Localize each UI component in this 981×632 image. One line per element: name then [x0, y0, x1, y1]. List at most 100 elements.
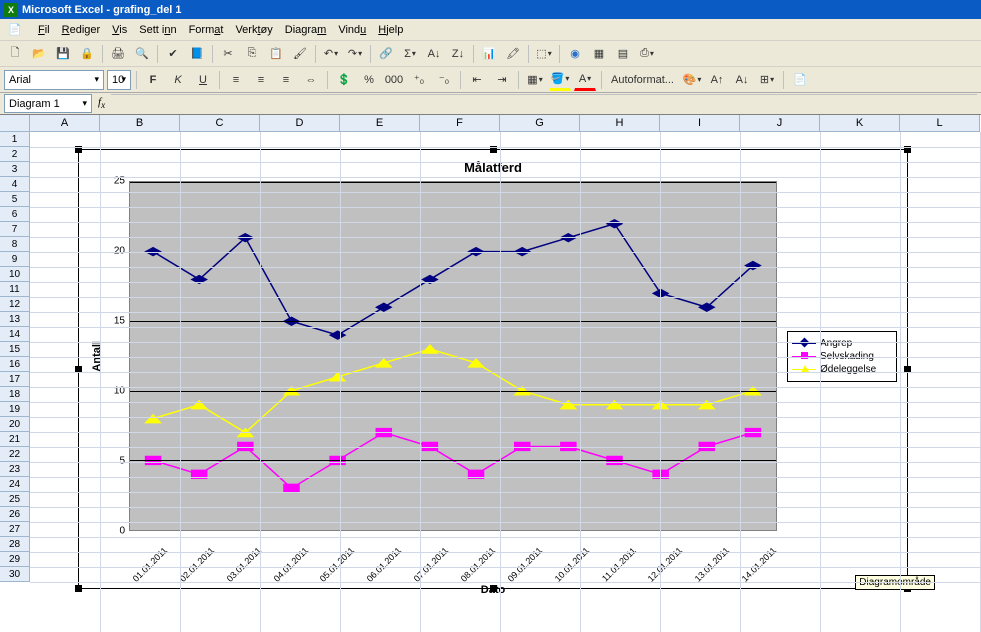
column-header[interactable]: H [580, 115, 660, 132]
row-header[interactable]: 28 [0, 537, 30, 552]
row-header[interactable]: 29 [0, 552, 30, 567]
increase-indent-icon[interactable]: ⇥ [491, 69, 513, 91]
misc2-icon[interactable]: ▤ [612, 43, 634, 65]
row-header[interactable]: 10 [0, 267, 30, 282]
align-left-icon[interactable]: ≡ [225, 69, 247, 91]
row-header[interactable]: 16 [0, 357, 30, 372]
chart-wizard-icon[interactable]: 📊 [478, 43, 500, 65]
row-header[interactable]: 20 [0, 417, 30, 432]
row-header[interactable]: 30 [0, 567, 30, 582]
row-header[interactable]: 14 [0, 327, 30, 342]
column-header[interactable]: C [180, 115, 260, 132]
row-header[interactable]: 2 [0, 147, 30, 162]
print-preview-icon[interactable]: 🔍 [131, 43, 153, 65]
increase-decimal-icon[interactable]: ⁺₀ [408, 69, 430, 91]
comma-icon[interactable]: 000 [383, 69, 405, 91]
borders-icon[interactable]: ▦ [524, 69, 546, 91]
italic-icon[interactable]: K [167, 69, 189, 91]
permissions-icon[interactable]: 🔒 [76, 43, 98, 65]
plot-area[interactable] [129, 181, 777, 531]
legend-entry[interactable]: Angrep [792, 338, 892, 349]
system-menu-icon[interactable]: 📄 [4, 19, 26, 41]
column-header[interactable]: K [820, 115, 900, 132]
row-header[interactable]: 22 [0, 447, 30, 462]
row-header[interactable]: 4 [0, 177, 30, 192]
spreadsheet-grid[interactable]: ABCDEFGHIJKL 123456789101112131415161718… [0, 115, 981, 632]
sort-desc-icon[interactable]: Z↓ [447, 43, 469, 65]
menu-format[interactable]: Format [189, 24, 224, 36]
column-header[interactable]: F [420, 115, 500, 132]
formula-input[interactable] [111, 94, 977, 113]
row-header[interactable]: 21 [0, 432, 30, 447]
row-header[interactable]: 11 [0, 282, 30, 297]
row-header[interactable]: 12 [0, 297, 30, 312]
row-header[interactable]: 17 [0, 372, 30, 387]
column-header[interactable]: J [740, 115, 820, 132]
chart-object[interactable]: Målatferd Antall 0510152025 AngrepSelvsk… [78, 149, 908, 589]
select-all-corner[interactable] [0, 115, 30, 132]
row-header[interactable]: 18 [0, 387, 30, 402]
menu-diagram[interactable]: Diagram [285, 24, 327, 36]
menu-fil[interactable]: Fil [38, 24, 50, 36]
row-header[interactable]: 13 [0, 312, 30, 327]
undo-icon[interactable]: ↶ [320, 43, 342, 65]
misc1-icon[interactable]: ▦ [588, 43, 610, 65]
column-header[interactable]: A [30, 115, 100, 132]
row-header[interactable]: 23 [0, 462, 30, 477]
row-header[interactable]: 3 [0, 162, 30, 177]
row-header[interactable]: 15 [0, 342, 30, 357]
merge-center-icon[interactable]: ⇔ [300, 69, 322, 91]
column-header[interactable]: G [500, 115, 580, 132]
currency-icon[interactable]: 💲 [333, 69, 355, 91]
menu-verktoy[interactable]: Verktøy [235, 24, 272, 36]
row-header[interactable]: 6 [0, 207, 30, 222]
spellcheck-icon[interactable]: ✔ [162, 43, 184, 65]
row-header[interactable]: 8 [0, 237, 30, 252]
zoom-dropdown[interactable]: ⬚ [533, 43, 555, 65]
redo-icon[interactable]: ↷ [344, 43, 366, 65]
row-header[interactable]: 24 [0, 477, 30, 492]
percent-icon[interactable]: % [358, 69, 380, 91]
menu-settinn[interactable]: Sett inn [139, 24, 176, 36]
research-icon[interactable]: 📘 [186, 43, 208, 65]
menu-vis[interactable]: Vis [112, 24, 127, 36]
column-header[interactable]: L [900, 115, 980, 132]
column-header[interactable]: D [260, 115, 340, 132]
column-header[interactable]: I [660, 115, 740, 132]
name-box[interactable]: Diagram 1 [4, 94, 92, 113]
menu-vindu[interactable]: Vindu [338, 24, 366, 36]
hyperlink-icon[interactable]: 🔗 [375, 43, 397, 65]
row-header[interactable]: 9 [0, 252, 30, 267]
help-icon[interactable]: ◉ [564, 43, 586, 65]
font-color-icon[interactable]: A [574, 69, 596, 91]
fill-color-icon[interactable]: 🪣 [549, 69, 571, 91]
font-name-combo[interactable]: Arial [4, 70, 104, 90]
row-header[interactable]: 7 [0, 222, 30, 237]
column-header[interactable]: E [340, 115, 420, 132]
open-icon[interactable]: 📂 [28, 43, 50, 65]
drawing-icon[interactable]: 🖍 [502, 43, 524, 65]
legend-entry[interactable]: Selvskading [792, 351, 892, 362]
row-header[interactable]: 5 [0, 192, 30, 207]
bold-icon[interactable]: F [142, 69, 164, 91]
cut-icon[interactable]: ✂ [217, 43, 239, 65]
misc6-icon[interactable]: 📄 [789, 69, 811, 91]
format-painter-icon[interactable]: 🖌 [289, 43, 311, 65]
autosum-icon[interactable]: Σ [399, 43, 421, 65]
print-icon[interactable]: 🖨 [107, 43, 129, 65]
align-right-icon[interactable]: ≡ [275, 69, 297, 91]
row-header[interactable]: 26 [0, 507, 30, 522]
sort-asc-icon[interactable]: A↓ [423, 43, 445, 65]
row-header[interactable]: 25 [0, 492, 30, 507]
new-icon[interactable]: 🗋 [4, 43, 26, 65]
autoformat-button[interactable]: Autoformat... [607, 74, 678, 86]
row-header[interactable]: 1 [0, 132, 30, 147]
menu-rediger[interactable]: Rediger [62, 24, 101, 36]
copy-icon[interactable]: ⎘ [241, 43, 263, 65]
paste-icon[interactable]: 📋 [265, 43, 287, 65]
column-header[interactable]: B [100, 115, 180, 132]
decrease-indent-icon[interactable]: ⇤ [466, 69, 488, 91]
increase-font-icon[interactable]: A↑ [706, 69, 728, 91]
row-header[interactable]: 19 [0, 402, 30, 417]
decrease-font-icon[interactable]: A↓ [731, 69, 753, 91]
